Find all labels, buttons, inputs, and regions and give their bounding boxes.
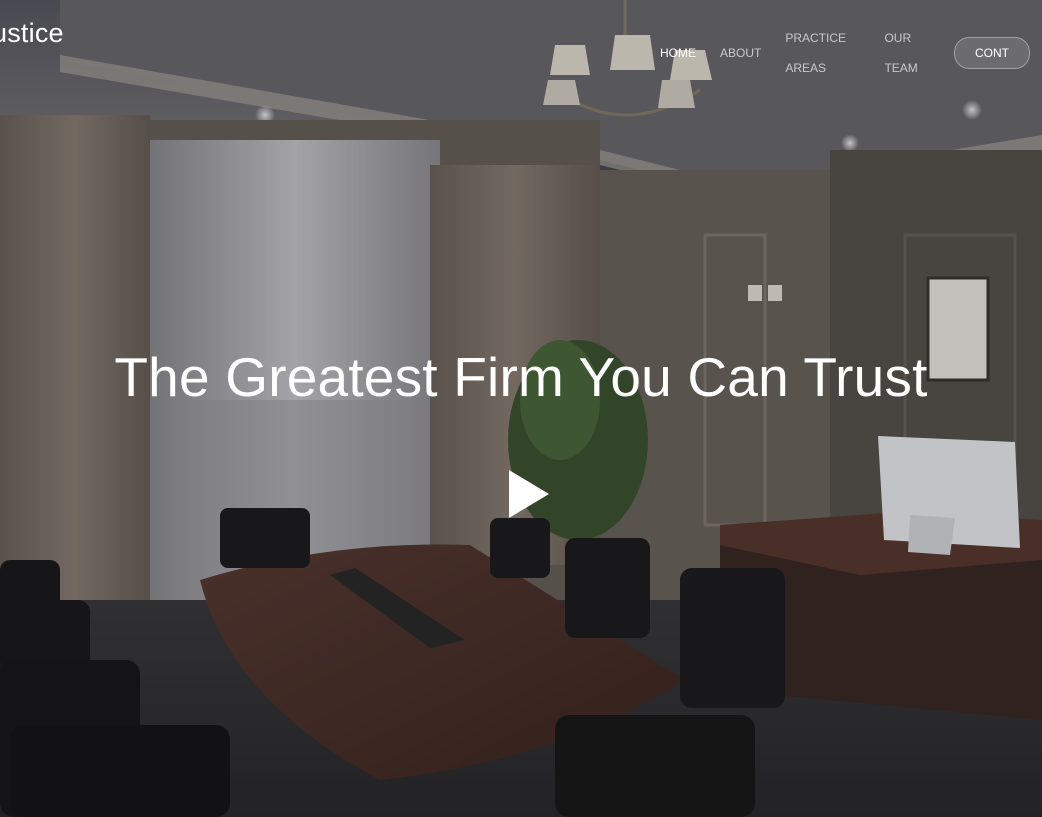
nav-item-about[interactable]: ABOUT: [720, 38, 761, 68]
hero-headline: The Greatest Firm You Can Trust: [114, 346, 928, 408]
site-logo[interactable]: ustice: [0, 18, 64, 49]
play-icon[interactable]: [505, 468, 553, 520]
nav-item-our-team[interactable]: OUR TEAM: [884, 23, 930, 83]
main-navigation: HOME ABOUT PRACTICE AREAS OUR TEAM CONT: [648, 23, 1042, 83]
nav-item-practice-areas[interactable]: PRACTICE AREAS: [785, 23, 860, 83]
hero-section: ustice HOME ABOUT PRACTICE AREAS OUR TEA…: [0, 0, 1042, 817]
nav-item-home[interactable]: HOME: [660, 38, 696, 68]
contact-button[interactable]: CONT: [954, 37, 1030, 69]
